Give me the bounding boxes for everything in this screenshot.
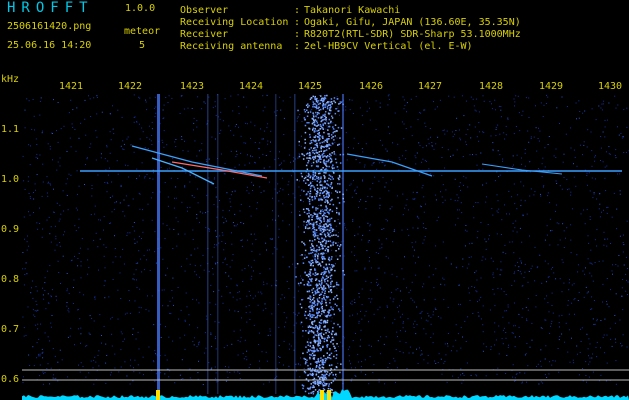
- x-tick-label: 1423: [180, 81, 205, 92]
- file-name: 2506161420.png: [7, 21, 92, 32]
- noise-field: [22, 94, 629, 385]
- info-separator: :: [294, 17, 301, 28]
- y-tick-label: 0.6: [1, 374, 20, 385]
- app-title: HROFFT: [7, 0, 94, 16]
- meteor-label: meteor: [124, 26, 161, 37]
- info-key-antenna: Receiving antenna: [180, 41, 283, 52]
- x-tick-label: 1425: [298, 81, 323, 92]
- x-tick-label: 1421: [59, 81, 84, 92]
- info-key-observer: Observer: [180, 5, 229, 16]
- x-tick-label: 1426: [359, 81, 384, 92]
- y-axis-unit: kHz: [1, 74, 20, 85]
- meteor-echo-trace: [346, 153, 433, 177]
- baseline-trace: [22, 389, 629, 400]
- y-tick-label: 1.0: [1, 174, 20, 185]
- meteor-echo-trace: [481, 163, 563, 175]
- x-tick-label: 1424: [239, 81, 264, 92]
- x-tick-label: 1429: [539, 81, 564, 92]
- info-key-receiver: Receiver: [180, 29, 229, 40]
- info-value-receiver: R820T2(RTL-SDR) SDR-Sharp 53.1000MHz: [304, 29, 521, 40]
- x-tick-label: 1422: [118, 81, 143, 92]
- info-value-observer: Takanori Kawachi: [304, 5, 401, 16]
- x-tick-label: 1427: [418, 81, 443, 92]
- y-tick-label: 0.9: [1, 224, 20, 235]
- meteor-count: 5: [139, 40, 146, 51]
- info-value-location: Ogaki, Gifu, JAPAN (136.60E, 35.35N): [304, 17, 521, 28]
- info-value-antenna: 2el-HB9CV Vertical (el. E-W): [304, 41, 473, 52]
- info-separator: :: [294, 29, 301, 40]
- y-tick-label: 1.1: [1, 124, 20, 135]
- info-separator: :: [294, 41, 301, 52]
- x-tick-label: 1430: [598, 81, 623, 92]
- capture-datetime: 25.06.16 14:20: [7, 40, 92, 51]
- y-tick-label: 0.7: [1, 324, 20, 335]
- x-tick-label: 1428: [479, 81, 504, 92]
- info-separator: :: [294, 5, 301, 16]
- y-tick-label: 0.8: [1, 274, 20, 285]
- app-version: 1.0.0: [125, 3, 156, 14]
- carrier-band: [295, 94, 346, 396]
- spectrogram-plot: [22, 94, 629, 400]
- info-key-location: Receiving Location: [180, 17, 289, 28]
